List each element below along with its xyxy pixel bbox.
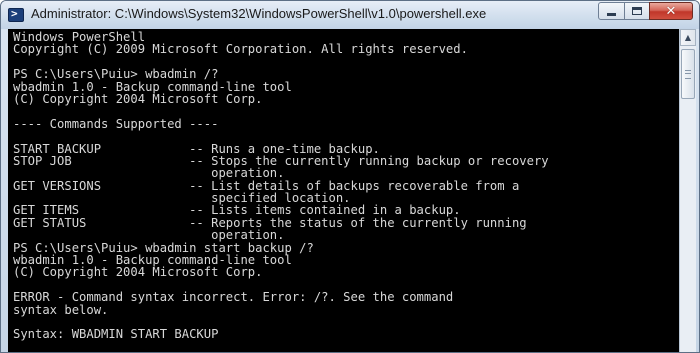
window-controls: ✕ bbox=[598, 2, 693, 21]
grip-icon bbox=[685, 70, 691, 79]
console-line: operation. bbox=[13, 166, 285, 181]
console-line: Syntax: WBADMIN START BACKUP bbox=[13, 327, 219, 342]
console-line: (C) Copyright 2004 Microsoft Corp. bbox=[13, 91, 263, 106]
powershell-icon[interactable]: > bbox=[8, 7, 24, 22]
maximize-button[interactable] bbox=[624, 2, 650, 20]
minimize-button[interactable] bbox=[598, 2, 625, 20]
console-line: operation. bbox=[13, 228, 285, 243]
minimize-icon bbox=[607, 12, 616, 16]
scroll-up-button[interactable]: ▲ bbox=[680, 29, 696, 46]
close-button[interactable]: ✕ bbox=[649, 2, 693, 20]
vertical-scrollbar[interactable]: ▲ bbox=[679, 29, 696, 352]
powershell-window: > Administrator: C:\Windows\System32\Win… bbox=[0, 0, 700, 353]
window-title: Administrator: C:\Windows\System32\Windo… bbox=[31, 6, 487, 21]
console-line: (C) Copyright 2004 Microsoft Corp. bbox=[13, 265, 263, 280]
scroll-thumb[interactable] bbox=[681, 49, 695, 99]
console-line: Copyright (C) 2009 Microsoft Corporation… bbox=[13, 42, 468, 57]
maximize-icon bbox=[632, 7, 642, 15]
console-line: GET ITEMS -- Lists items contained in a … bbox=[13, 203, 461, 218]
console-line: ---- Commands Supported ---- bbox=[13, 116, 219, 131]
title-bar[interactable]: > Administrator: C:\Windows\System32\Win… bbox=[1, 1, 699, 29]
console-line: syntax below. bbox=[13, 302, 109, 317]
scroll-up-arrow-icon: ▲ bbox=[684, 33, 692, 42]
console-text: Windows PowerShell Copyright (C) 2009 Mic… bbox=[13, 31, 549, 341]
close-icon: ✕ bbox=[665, 3, 677, 19]
console-line: ERROR - Command syntax incorrect. Error:… bbox=[13, 290, 454, 305]
console-line: PS C:\Users\Puiu> wbadmin /? bbox=[13, 67, 219, 82]
console-output[interactable]: Windows PowerShell Copyright (C) 2009 Mic… bbox=[8, 29, 679, 352]
